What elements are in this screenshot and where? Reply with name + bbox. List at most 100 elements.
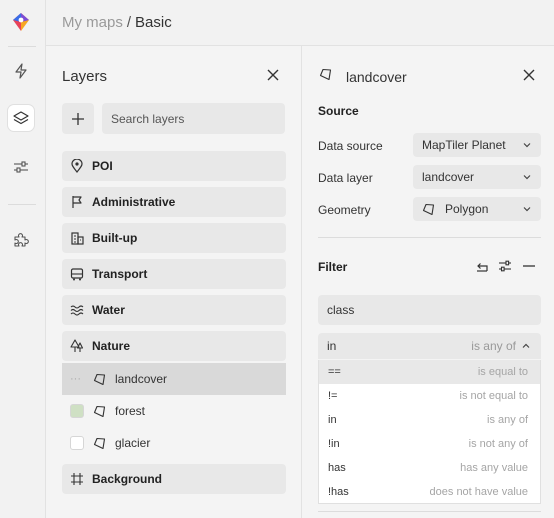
color-swatch[interactable] [70, 404, 84, 418]
breadcrumb: My maps / Basic [62, 14, 172, 31]
operator-option[interactable]: has has any value [319, 456, 540, 480]
drag-handle-icon[interactable]: ··· [70, 373, 84, 385]
minus-icon[interactable] [521, 258, 537, 274]
plus-icon [72, 112, 84, 125]
operator-option-symbol: !in [328, 438, 340, 450]
operator-symbol: in [327, 339, 337, 353]
waves-icon [70, 303, 84, 317]
operator-option-symbol: has [328, 462, 346, 474]
tree-icon [70, 339, 84, 353]
polygon-icon [93, 372, 107, 386]
puzzle-icon[interactable] [8, 227, 34, 253]
operator-option-description: has any value [460, 462, 528, 474]
layer-group-transport[interactable]: Transport [62, 259, 286, 289]
undo-icon[interactable] [474, 258, 490, 274]
layer-group-administrative[interactable]: Administrative [62, 187, 286, 217]
layer-group-label: Built-up [92, 231, 138, 245]
layer-item-landcover[interactable]: ··· landcover [62, 363, 286, 395]
layer-group-poi[interactable]: POI [62, 151, 286, 181]
pin-icon [70, 159, 84, 173]
data-source-label: Data source [318, 139, 383, 153]
operator-option-symbol: != [328, 390, 338, 402]
operator-option-description: is equal to [477, 366, 528, 378]
operator-option[interactable]: !in is not any of [319, 432, 540, 456]
search-layers-input[interactable] [102, 103, 285, 134]
geometry-label: Geometry [318, 203, 371, 217]
operator-option-description: is not any of [468, 438, 528, 450]
polygon-icon [422, 202, 436, 216]
operator-option[interactable]: in is any of [319, 408, 540, 432]
bus-icon [70, 267, 84, 281]
layer-item-label: glacier [115, 436, 151, 450]
rail-divider [8, 204, 36, 205]
source-heading: Source [318, 104, 359, 118]
chevron-down-icon [523, 143, 531, 148]
layer-group-label: Administrative [92, 195, 176, 209]
breadcrumb-separator: / [126, 14, 132, 31]
operator-option[interactable]: !has does not have value [319, 480, 540, 504]
layer-group-water[interactable]: Water [62, 295, 286, 325]
color-swatch[interactable] [70, 436, 84, 450]
filter-heading: Filter [318, 260, 348, 274]
operator-option[interactable]: != is not equal to [319, 384, 540, 408]
sliders-icon[interactable] [497, 258, 513, 274]
polygon-icon [93, 436, 107, 450]
operator-option[interactable]: == is equal to [319, 360, 540, 384]
breadcrumb-current: Basic [135, 14, 172, 31]
sliders-icon[interactable] [8, 154, 34, 180]
operator-option-symbol: !has [328, 486, 349, 498]
section-divider [318, 511, 541, 512]
data-layer-select[interactable]: landcover [413, 165, 541, 189]
operator-option-symbol: == [328, 366, 341, 378]
polygon-icon [319, 68, 333, 82]
data-layer-label: Data layer [318, 171, 373, 185]
polygon-icon [93, 404, 107, 418]
geometry-value: Polygon [445, 202, 489, 216]
filter-operator-select[interactable]: in is any of [318, 333, 541, 359]
layer-item-forest[interactable]: forest [62, 395, 286, 427]
add-layer-button[interactable] [62, 103, 94, 134]
filter-field-input[interactable] [318, 295, 541, 325]
data-source-select[interactable]: MapTiler Planet [413, 133, 541, 157]
operator-description: is any of [471, 339, 516, 353]
layer-item-glacier[interactable]: glacier [62, 427, 286, 459]
layer-group-label: Background [92, 472, 163, 486]
operator-option-symbol: in [328, 414, 337, 426]
close-icon[interactable] [264, 66, 282, 84]
section-divider [318, 237, 541, 238]
layer-group-builtup[interactable]: Built-up [62, 223, 286, 253]
rail-divider [8, 46, 36, 47]
flag-icon [70, 195, 84, 209]
data-layer-value: landcover [422, 170, 475, 184]
maptiler-logo-icon[interactable] [11, 12, 31, 32]
layer-item-label: forest [115, 404, 146, 418]
operator-option-description: is any of [487, 414, 528, 426]
operator-dropdown-menu: == is equal to != is not equal to in is … [318, 360, 541, 504]
layer-item-label: landcover [115, 372, 168, 386]
lightning-icon[interactable] [8, 58, 34, 84]
close-icon[interactable] [520, 66, 538, 84]
layer-group-label: Water [92, 303, 125, 317]
layers-icon[interactable] [8, 105, 34, 131]
layer-detail-title: landcover [346, 69, 407, 85]
operator-option-description: is not equal to [459, 390, 529, 402]
app-rail [0, 0, 46, 518]
layer-group-background[interactable]: Background [62, 464, 286, 494]
geometry-select[interactable]: Polygon [413, 197, 541, 221]
operator-option-description: does not have value [429, 486, 528, 498]
breadcrumb-parent[interactable]: My maps [62, 14, 123, 31]
layers-panel-title: Layers [62, 68, 108, 85]
layer-group-label: Nature [92, 339, 131, 353]
top-bar: My maps / Basic [46, 0, 554, 46]
chevron-up-icon [522, 343, 530, 348]
hash-grid-icon [70, 472, 84, 486]
layer-group-nature[interactable]: Nature [62, 331, 286, 361]
chevron-down-icon [523, 175, 531, 180]
layer-group-label: Transport [92, 267, 148, 281]
layer-group-label: POI [92, 159, 113, 173]
building-icon [70, 231, 84, 245]
data-source-value: MapTiler Planet [422, 138, 506, 152]
layer-detail-panel: landcover Source Data source MapTiler Pl… [302, 46, 554, 518]
layers-panel: Layers POI Administrative Built-up Trans… [46, 46, 302, 518]
chevron-down-icon [523, 207, 531, 212]
